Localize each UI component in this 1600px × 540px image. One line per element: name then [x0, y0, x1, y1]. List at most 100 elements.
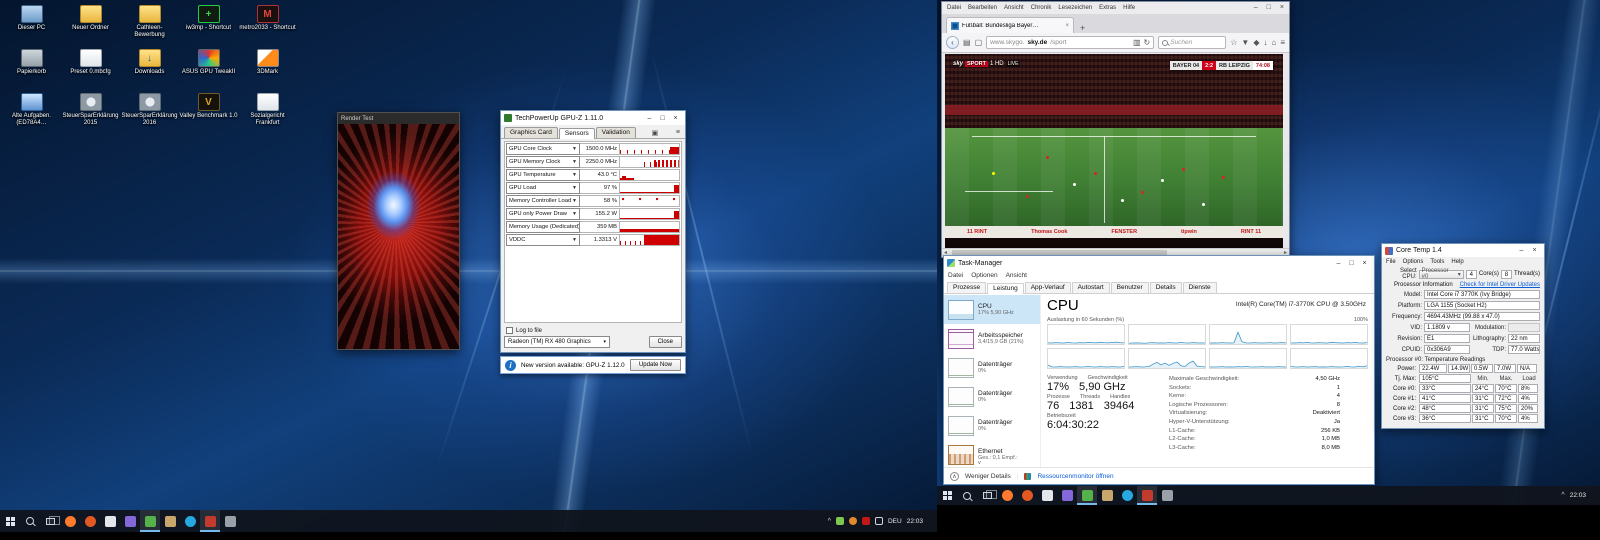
- menu-item-ansicht[interactable]: Ansicht: [1004, 5, 1024, 11]
- taskbar-app-gpu-tool[interactable]: [1077, 486, 1097, 505]
- tray-expand-icon[interactable]: ^: [1561, 492, 1564, 499]
- menu-item-bearbeiten[interactable]: Bearbeiten: [968, 5, 997, 11]
- desktop-icon[interactable]: V Valley Benchmark 1.0: [179, 90, 238, 134]
- tray-app-icon[interactable]: [835, 517, 844, 525]
- desktop-icon[interactable]: ↓ Downloads: [120, 46, 179, 90]
- tab-dienste[interactable]: Dienste: [1182, 282, 1217, 293]
- start-button[interactable]: [937, 486, 957, 505]
- task-manager-titlebar[interactable]: Task-Manager – □ ×: [944, 256, 1374, 270]
- tab-sensors[interactable]: Sensors: [558, 128, 595, 139]
- taskbar-app-skype[interactable]: [180, 510, 200, 532]
- taskbar-app-firefox[interactable]: [60, 510, 80, 532]
- close-icon[interactable]: ×: [1528, 247, 1541, 254]
- taskbar-app-notes[interactable]: [160, 510, 180, 532]
- menu-item-tools[interactable]: Tools: [1430, 259, 1444, 265]
- desktop-icon[interactable]: SteuerSparErklärung 2015: [61, 90, 120, 134]
- sensor-select[interactable]: Memory Controller Load ▼: [506, 195, 580, 207]
- tab-graphics-card[interactable]: Graphics Card: [504, 127, 558, 138]
- sidebar-item-cpu[interactable]: CPU 17% 5,90 GHz: [944, 295, 1040, 324]
- taskbar-app-notes[interactable]: [1097, 486, 1117, 505]
- back-button[interactable]: ‹: [946, 36, 959, 49]
- render-test-window[interactable]: Render Test: [337, 112, 460, 350]
- desktop-icon[interactable]: Mmetro2033 - Shortcut: [238, 2, 297, 46]
- search-button[interactable]: [20, 510, 40, 532]
- tab-leistung[interactable]: Leistung: [987, 283, 1024, 294]
- sidebar-item-disk[interactable]: Datenträger 0%: [944, 411, 1040, 440]
- new-tab-button[interactable]: +: [1074, 23, 1091, 33]
- sensor-select[interactable]: VDDC ▼: [506, 234, 580, 246]
- menu-icon[interactable]: ≡: [1280, 38, 1285, 47]
- desktop-icon[interactable]: ASUS GPU TweakII: [179, 46, 238, 90]
- address-bar[interactable]: www.skygo. sky.de/sport ▥ ↻: [986, 36, 1155, 49]
- bookmark-star-icon[interactable]: ☆: [1230, 38, 1237, 47]
- menu-item-datei[interactable]: Datei: [948, 272, 963, 279]
- clock[interactable]: 22:03: [907, 518, 923, 525]
- search-button[interactable]: [957, 486, 977, 505]
- page-icon[interactable]: ▢: [975, 38, 983, 47]
- desktop-icon[interactable]: Preset 0.mbcfg: [61, 46, 120, 90]
- close-icon[interactable]: ×: [1358, 260, 1371, 267]
- close-button[interactable]: Close: [648, 336, 682, 348]
- gpuz-window[interactable]: TechPowerUp GPU-Z 1.11.0 – □ × Graphics …: [500, 110, 686, 353]
- tab-validation[interactable]: Validation: [595, 127, 636, 138]
- clock[interactable]: 22:03: [1570, 492, 1586, 499]
- tab-prozesse[interactable]: Prozesse: [947, 282, 987, 293]
- menu-item-lesezeichen[interactable]: Lesezeichen: [1058, 5, 1092, 11]
- core-temp-window[interactable]: Core Temp 1.4 – × File Options Tools Help S…: [1381, 243, 1545, 429]
- firefox-window[interactable]: Datei Bearbeiten Ansicht Chronik Lesezeichen…: [941, 1, 1290, 258]
- task-manager-window[interactable]: Task-Manager – □ × Datei Optionen Ansicht …: [943, 255, 1375, 485]
- taskbar-app-gpu-tool[interactable]: [140, 510, 160, 532]
- search-input[interactable]: Suchen: [1158, 36, 1227, 49]
- sensor-select[interactable]: GPU Temperature ▼: [506, 169, 580, 181]
- menu-item-help[interactable]: Help: [1451, 259, 1463, 265]
- shield-icon[interactable]: ◆: [1253, 38, 1259, 47]
- desktop-icon[interactable]: Papierkorb: [2, 46, 61, 90]
- taskbar-app-recorder[interactable]: [200, 510, 220, 532]
- sensor-select[interactable]: GPU Core Clock ▼: [506, 143, 580, 155]
- sensor-select[interactable]: Memory Usage (Dedicated)▼: [506, 221, 580, 233]
- menu-icon[interactable]: ≡: [674, 129, 682, 136]
- browser-tab[interactable]: Fußball: Bundesliga Bayer… ×: [946, 17, 1074, 33]
- processor-select[interactable]: Processor #0 ▾: [1418, 268, 1464, 280]
- taskbar-app-browser-orange[interactable]: [80, 510, 100, 532]
- start-button[interactable]: [0, 510, 20, 532]
- sensor-select[interactable]: GPU Load ▼: [506, 182, 580, 194]
- tab-benutzer[interactable]: Benutzer: [1110, 282, 1149, 293]
- driver-update-link[interactable]: Check for Intel Driver Updates: [1460, 282, 1540, 288]
- less-details-button[interactable]: Weniger Details: [965, 473, 1011, 480]
- taskbar-app-game-controller[interactable]: [1157, 486, 1177, 505]
- network-icon[interactable]: [874, 517, 883, 525]
- downloads-icon[interactable]: ↓: [1263, 38, 1267, 47]
- library-icon[interactable]: ▤: [963, 38, 971, 47]
- taskbar-app-game-controller[interactable]: [220, 510, 240, 532]
- gpu-device-select[interactable]: Radeon (TM) RX 480 Graphics ▾: [504, 336, 610, 348]
- render-test-titlebar[interactable]: Render Test: [338, 113, 459, 124]
- taskbar-app-recorder[interactable]: [1137, 486, 1157, 505]
- maximize-icon[interactable]: □: [1267, 4, 1271, 11]
- menu-item-hilfe[interactable]: Hilfe: [1123, 5, 1135, 11]
- resource-monitor-link[interactable]: Ressourcenmonitor öffnen: [1037, 473, 1113, 480]
- taskbar-app-browser-orange[interactable]: [1017, 486, 1037, 505]
- core-temp-titlebar[interactable]: Core Temp 1.4 – ×: [1382, 244, 1544, 257]
- sidebar-item-disk[interactable]: Datenträger 0%: [944, 382, 1040, 411]
- menu-item-options[interactable]: Options: [1403, 259, 1424, 265]
- reload-icon[interactable]: ↻: [1144, 38, 1151, 47]
- update-now-button[interactable]: Update Now: [629, 359, 681, 371]
- pocket-icon[interactable]: ▼: [1241, 38, 1249, 47]
- task-view-button[interactable]: [40, 510, 60, 532]
- desktop-icon[interactable]: SteuerSparErklärung 2016: [120, 90, 179, 134]
- desktop-icon[interactable]: Cathleen- Bewerbung: [120, 2, 179, 46]
- reader-mode-icon[interactable]: ▥: [1133, 38, 1141, 47]
- maximize-icon[interactable]: □: [1345, 260, 1358, 267]
- tab-details[interactable]: Details: [1149, 282, 1182, 293]
- tab-app-verlauf[interactable]: App-Verlauf: [1024, 282, 1071, 293]
- sensor-select[interactable]: GPU only Power Draw ▼: [506, 208, 580, 220]
- close-icon[interactable]: ×: [1280, 4, 1284, 11]
- taskbar-app-tool-light[interactable]: [100, 510, 120, 532]
- menu-item-datei[interactable]: Datei: [947, 5, 961, 11]
- menu-item-ansicht[interactable]: Ansicht: [1006, 272, 1027, 279]
- taskbar-app-skype[interactable]: [1117, 486, 1137, 505]
- volume-icon[interactable]: [848, 517, 857, 525]
- task-view-button[interactable]: [977, 486, 997, 505]
- desktop-icon[interactable]: Sozialgericht Frankfurt: [238, 90, 297, 134]
